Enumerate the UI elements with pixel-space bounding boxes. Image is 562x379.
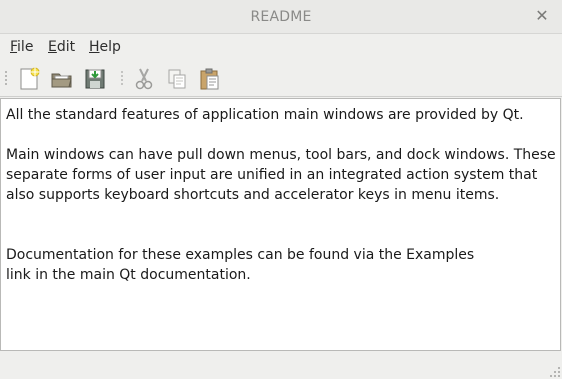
copy-button[interactable] xyxy=(164,66,190,92)
window-title: README xyxy=(250,9,312,25)
editor-content[interactable]: All the standard features of application… xyxy=(6,105,556,285)
toolbar-separator xyxy=(121,69,125,89)
open-folder-icon xyxy=(51,73,72,88)
new-file-icon xyxy=(20,67,40,90)
menu-edit-mnemonic: E xyxy=(48,39,57,55)
menu-help-label: elp xyxy=(99,39,121,55)
main-window: README ✕ File Edit Help All the standard… xyxy=(0,0,562,379)
open-button[interactable] xyxy=(49,66,75,92)
menu-help-mnemonic: H xyxy=(89,39,100,55)
title-bar[interactable]: README ✕ xyxy=(0,0,562,34)
menu-edit-label: dit xyxy=(56,39,76,55)
status-bar xyxy=(0,352,562,379)
cut-button[interactable] xyxy=(131,66,157,92)
toolbar-grip[interactable] xyxy=(5,69,9,89)
save-icon xyxy=(85,69,105,89)
menu-bar: File Edit Help xyxy=(0,34,562,60)
paste-icon xyxy=(200,68,219,90)
menu-help[interactable]: Help xyxy=(89,39,121,55)
toolbar xyxy=(0,61,562,97)
menu-file-mnemonic: F xyxy=(10,39,18,55)
text-editor[interactable]: All the standard features of application… xyxy=(0,98,561,351)
menu-file[interactable]: File xyxy=(10,39,33,55)
save-button[interactable] xyxy=(82,66,108,92)
resize-grip[interactable] xyxy=(548,365,560,377)
menu-edit[interactable]: Edit xyxy=(48,39,75,55)
new-file-button[interactable] xyxy=(16,66,42,92)
close-icon: ✕ xyxy=(535,6,549,25)
close-button[interactable]: ✕ xyxy=(534,8,550,24)
paste-button[interactable] xyxy=(197,66,223,92)
menu-file-label: ile xyxy=(17,39,34,55)
cut-icon xyxy=(135,68,153,90)
copy-icon xyxy=(168,69,186,89)
